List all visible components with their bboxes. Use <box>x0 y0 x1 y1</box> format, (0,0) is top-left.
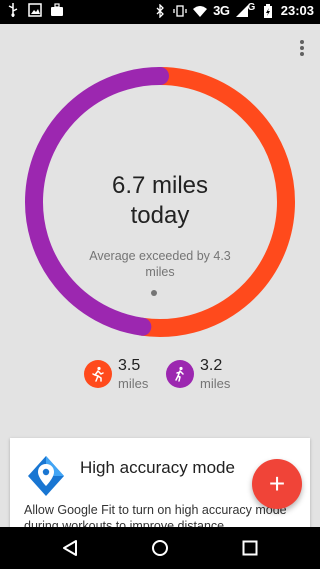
distance-total: 6.7 miles <box>111 172 209 199</box>
stat-running-value: 3.5 <box>118 357 141 374</box>
usb-icon <box>6 3 20 17</box>
more-vert-icon[interactable] <box>296 38 308 58</box>
distance-period: today <box>130 202 190 229</box>
navigation-bar <box>0 527 320 569</box>
briefcase-icon <box>50 3 64 17</box>
image-icon <box>28 3 42 17</box>
ring-center: 6.7 miles today Average exceeded by 4.3 … <box>22 64 298 340</box>
vibrate-icon <box>173 4 187 18</box>
stat-walking-value: 3.2 <box>200 357 223 374</box>
menu-dot <box>300 40 304 44</box>
signal-label: G <box>247 2 255 13</box>
status-left <box>6 3 64 17</box>
add-icon: + <box>268 468 286 499</box>
location-pin-icon <box>24 454 68 498</box>
page-indicator <box>151 290 157 296</box>
network-type: 3G <box>213 3 230 18</box>
card-title: High accuracy mode <box>80 458 235 477</box>
running-icon <box>84 360 112 388</box>
menu-dot <box>300 46 304 50</box>
status-bar: 3G G 23:03 <box>0 0 320 24</box>
stat-walking: 3.2 miles <box>166 357 230 393</box>
stat-running: 3.5 miles <box>84 357 148 393</box>
add-button[interactable]: + <box>252 459 302 509</box>
walking-icon <box>166 360 194 388</box>
menu-dot <box>300 52 304 56</box>
stat-walking-unit: miles <box>200 376 231 391</box>
wifi-icon <box>193 4 208 18</box>
battery-charging-icon <box>261 3 275 18</box>
back-icon[interactable] <box>58 536 82 560</box>
clock: 23:03 <box>280 3 314 18</box>
home-icon[interactable] <box>148 536 172 560</box>
bluetooth-icon <box>153 3 167 18</box>
recents-icon[interactable] <box>238 536 262 560</box>
average-subtitle: Average exceeded by 4.3 miles <box>89 249 231 279</box>
stat-running-unit: miles <box>118 376 149 391</box>
status-right: 3G G 23:03 <box>153 2 314 18</box>
daily-distance-ring[interactable]: 6.7 miles today Average exceeded by 4.3 … <box>22 64 298 340</box>
